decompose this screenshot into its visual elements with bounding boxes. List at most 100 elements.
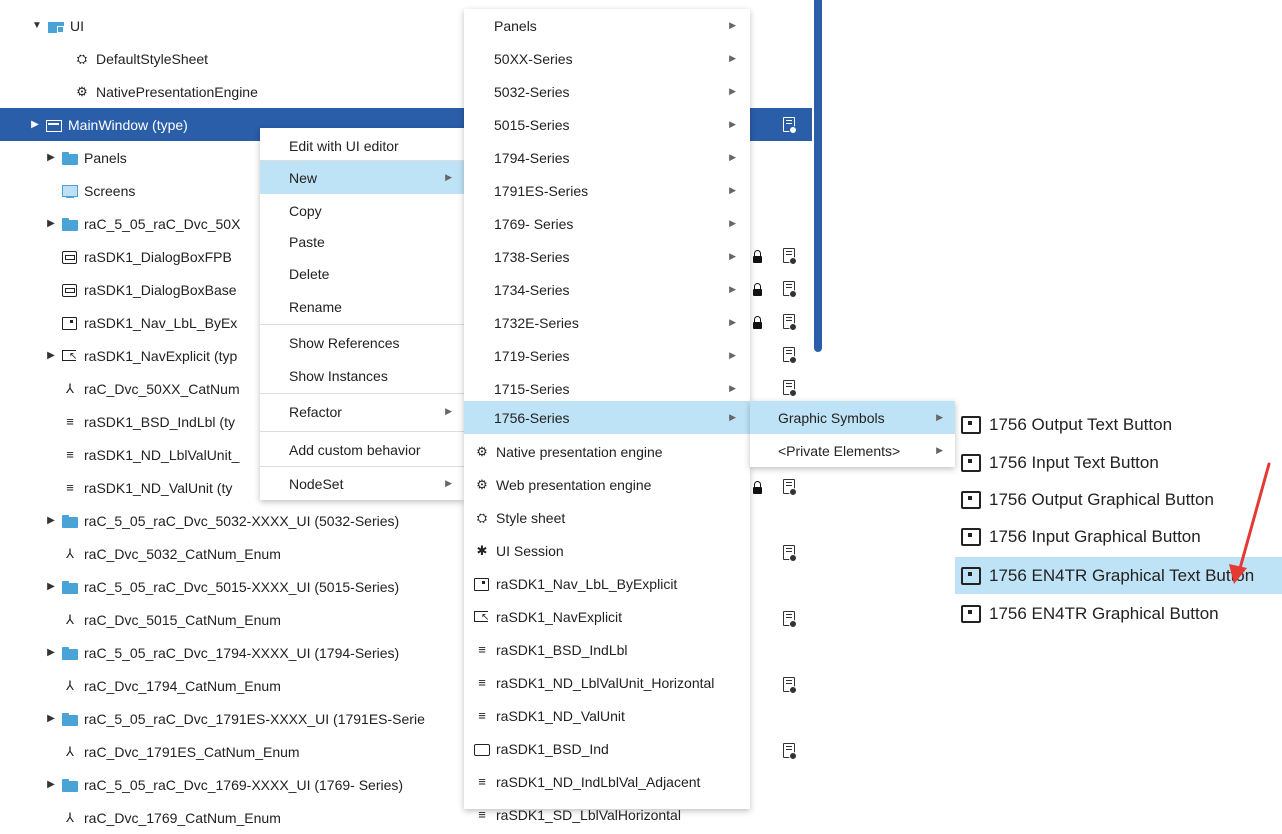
tree-node-nd-valunit[interactable]: ≡ raSDK1_ND_ValUnit (ty [62, 471, 232, 504]
expand-toggle[interactable]: ▶ [46, 647, 56, 658]
menu-item-native-presentation-engine[interactable]: ⚙ Native presentation engine [464, 435, 750, 468]
menu-item-edit-with-ui-editor[interactable]: Edit with UI editor [260, 130, 464, 161]
tree-node-5015-enum[interactable]: ⅄ raC_Dvc_5015_CatNum_Enum [62, 603, 281, 636]
menu-item-ui-session[interactable]: ✱ UI Session [464, 534, 750, 567]
menu-item-output-text-button[interactable]: 1756 Output Text Button [955, 406, 1282, 443]
tree-node-native-presentation-engine[interactable]: ⚙ NativePresentationEngine [74, 75, 258, 108]
expand-toggle[interactable]: ▶ [46, 581, 56, 592]
tree-node-screens[interactable]: Screens [62, 174, 135, 207]
menu-item-nd-indlblval-adjacent[interactable]: ≡ raSDK1_ND_IndLblVal_Adjacent [464, 765, 750, 798]
style-sheet-icon: ⛭ [76, 50, 88, 66]
menu-item-sd-lblvalhorizontal[interactable]: ≡ raSDK1_SD_LblValHorizontal [464, 798, 750, 831]
menu-item-1738-series[interactable]: 1738-Series ▶ [464, 240, 750, 273]
style-sheet-icon: ⛭ [476, 509, 488, 525]
expand-toggle[interactable]: ▶ [30, 119, 40, 130]
tree-node-1794-folder[interactable]: ▶ raC_5_05_raC_Dvc_1794-XXXX_UI (1794-Se… [46, 636, 399, 669]
menu-item-label: raSDK1_BSD_IndLbl [496, 641, 628, 658]
folder-icon [62, 580, 78, 594]
menu-item-bsd-ind[interactable]: raSDK1_BSD_Ind [464, 732, 750, 765]
expand-toggle[interactable]: ▶ [46, 515, 56, 526]
menu-item-label: raSDK1_ND_ValUnit [496, 707, 625, 724]
menu-item-50xx-series[interactable]: 50XX-Series ▶ [464, 42, 750, 75]
document-icon [783, 314, 797, 331]
menu-item-en4tr-graphical-button[interactable]: 1756 EN4TR Graphical Button [955, 595, 1282, 632]
tree-node-1769-folder[interactable]: ▶ raC_5_05_raC_Dvc_1769-XXXX_UI (1769- S… [46, 768, 403, 801]
expand-toggle[interactable]: ▶ [46, 218, 56, 229]
menu-item-label: Delete [289, 265, 330, 282]
menu-item-rename[interactable]: Rename [260, 290, 464, 323]
submenu-arrow-icon: ▶ [729, 350, 736, 360]
menu-item-private-elements[interactable]: <Private Elements> ▶ [750, 434, 955, 467]
expand-toggle[interactable]: ▶ [46, 152, 56, 163]
tree-node-ui[interactable]: ▼ UI [32, 9, 84, 42]
menu-item-bsd-indlbl[interactable]: ≡ raSDK1_BSD_IndLbl [464, 633, 750, 666]
expand-toggle[interactable]: ▶ [46, 713, 56, 724]
folder-icon [62, 646, 78, 660]
tree-node-1791es-folder[interactable]: ▶ raC_5_05_raC_Dvc_1791ES-XXXX_UI (1791E… [46, 702, 425, 735]
menu-item-label: 5015-Series [494, 116, 570, 133]
menu-item-label: raSDK1_ND_IndLblVal_Adjacent [496, 773, 701, 790]
button-icon [474, 577, 490, 591]
tree-node-1769-enum[interactable]: ⅄ raC_Dvc_1769_CatNum_Enum [62, 801, 281, 834]
menu-item-show-references[interactable]: Show References [260, 326, 464, 359]
tree-node-nav-lbl[interactable]: raSDK1_Nav_LbL_ByEx [62, 306, 237, 339]
menu-item-new[interactable]: New ▶ [260, 161, 464, 194]
menu-item-label: Rename [289, 298, 342, 315]
menu-item-show-instances[interactable]: Show Instances [260, 359, 464, 392]
expand-toggle[interactable]: ▶ [46, 779, 56, 790]
menu-item-nav-explicit[interactable]: raSDK1_NavExplicit [464, 600, 750, 633]
menu-item-nav-lbl-byexplicit[interactable]: raSDK1_Nav_LbL_ByExplicit [464, 567, 750, 600]
menu-item-1769-series[interactable]: 1769- Series ▶ [464, 207, 750, 240]
menu-item-5032-series[interactable]: 5032-Series ▶ [464, 75, 750, 108]
menu-item-label: Graphic Symbols [778, 409, 885, 426]
tree-node-1791es-enum[interactable]: ⅄ raC_Dvc_1791ES_CatNum_Enum [62, 735, 300, 768]
tree-node-default-style-sheet[interactable]: ⛭ DefaultStyleSheet [74, 42, 208, 75]
menu-item-label: 1756 EN4TR Graphical Text Button [989, 565, 1255, 585]
menu-item-add-custom-behavior[interactable]: Add custom behavior [260, 433, 464, 466]
tree-node-5015-folder[interactable]: ▶ raC_5_05_raC_Dvc_5015-XXXX_UI (5015-Se… [46, 570, 399, 603]
menu-item-1791es-series[interactable]: 1791ES-Series ▶ [464, 174, 750, 207]
menu-item-1719-series[interactable]: 1719-Series ▶ [464, 339, 750, 372]
vertical-scrollbar[interactable] [814, 0, 822, 352]
tree-node-5032-enum[interactable]: ⅄ raC_Dvc_5032_CatNum_Enum [62, 537, 281, 570]
folder-icon [62, 217, 78, 231]
tree-node-label: DefaultStyleSheet [96, 50, 209, 67]
menu-item-copy[interactable]: Copy [260, 194, 464, 227]
nav-icon [474, 610, 490, 624]
menu-item-paste[interactable]: Paste [260, 227, 464, 257]
tree-node-5032-folder[interactable]: ▶ raC_5_05_raC_Dvc_5032-XXXX_UI (5032-Se… [46, 504, 399, 537]
tree-node-bsd-indlbl[interactable]: ≡ raSDK1_BSD_IndLbl (ty [62, 405, 235, 438]
tree-node-enum[interactable]: ⅄ raC_Dvc_50XX_CatNum [62, 372, 240, 405]
tree-node-nav-explicit[interactable]: ▶ raSDK1_NavExplicit (typ [46, 339, 237, 372]
expand-toggle[interactable]: ▼ [32, 20, 42, 31]
tree-node-dialog-box-base[interactable]: raSDK1_DialogBoxBase [62, 273, 237, 306]
tree-node-dialog-box-fpb[interactable]: raSDK1_DialogBoxFPB [62, 240, 232, 273]
menu-item-1794-series[interactable]: 1794-Series ▶ [464, 141, 750, 174]
menu-item-nd-valunit[interactable]: ≡ raSDK1_ND_ValUnit [464, 699, 750, 732]
button-icon [961, 566, 981, 585]
submenu-arrow-icon: ▶ [729, 218, 736, 228]
menu-item-web-presentation-engine[interactable]: ⚙ Web presentation engine [464, 468, 750, 501]
tree-node-1794-enum[interactable]: ⅄ raC_Dvc_1794_CatNum_Enum [62, 669, 281, 702]
tree-node-nd-lblvalunit[interactable]: ≡ raSDK1_ND_LblValUnit_ [62, 438, 239, 471]
tree-node-folder[interactable]: ▶ raC_5_05_raC_Dvc_50X [46, 207, 240, 240]
menu-item-1732e-series[interactable]: 1732E-Series ▶ [464, 306, 750, 339]
menu-item-1756-series[interactable]: 1756-Series ▶ [464, 401, 750, 434]
expand-toggle[interactable]: ▶ [46, 350, 56, 361]
lines-icon: ≡ [66, 446, 74, 462]
menu-item-panels[interactable]: Panels ▶ [464, 9, 750, 42]
tree-node-label: Screens [84, 182, 136, 199]
menu-item-label: raSDK1_ND_LblValUnit_Horizontal [496, 674, 715, 691]
menu-item-nodeset[interactable]: NodeSet ▶ [260, 467, 464, 500]
menu-item-style-sheet[interactable]: ⛭ Style sheet [464, 501, 750, 534]
session-icon: ✱ [476, 542, 488, 558]
submenu-arrow-icon: ▶ [729, 383, 736, 393]
menu-item-1734-series[interactable]: 1734-Series ▶ [464, 273, 750, 306]
tree-node-panels[interactable]: ▶ Panels [46, 141, 127, 174]
menu-item-delete[interactable]: Delete [260, 257, 464, 290]
menu-item-5015-series[interactable]: 5015-Series ▶ [464, 108, 750, 141]
menu-item-nd-lblvalunit-horizontal[interactable]: ≡ raSDK1_ND_LblValUnit_Horizontal [464, 666, 750, 699]
menu-item-refactor[interactable]: Refactor ▶ [260, 395, 464, 428]
menu-item-graphic-symbols[interactable]: Graphic Symbols ▶ [750, 401, 955, 434]
tree-node-label: raSDK1_DialogBoxBase [84, 281, 237, 298]
